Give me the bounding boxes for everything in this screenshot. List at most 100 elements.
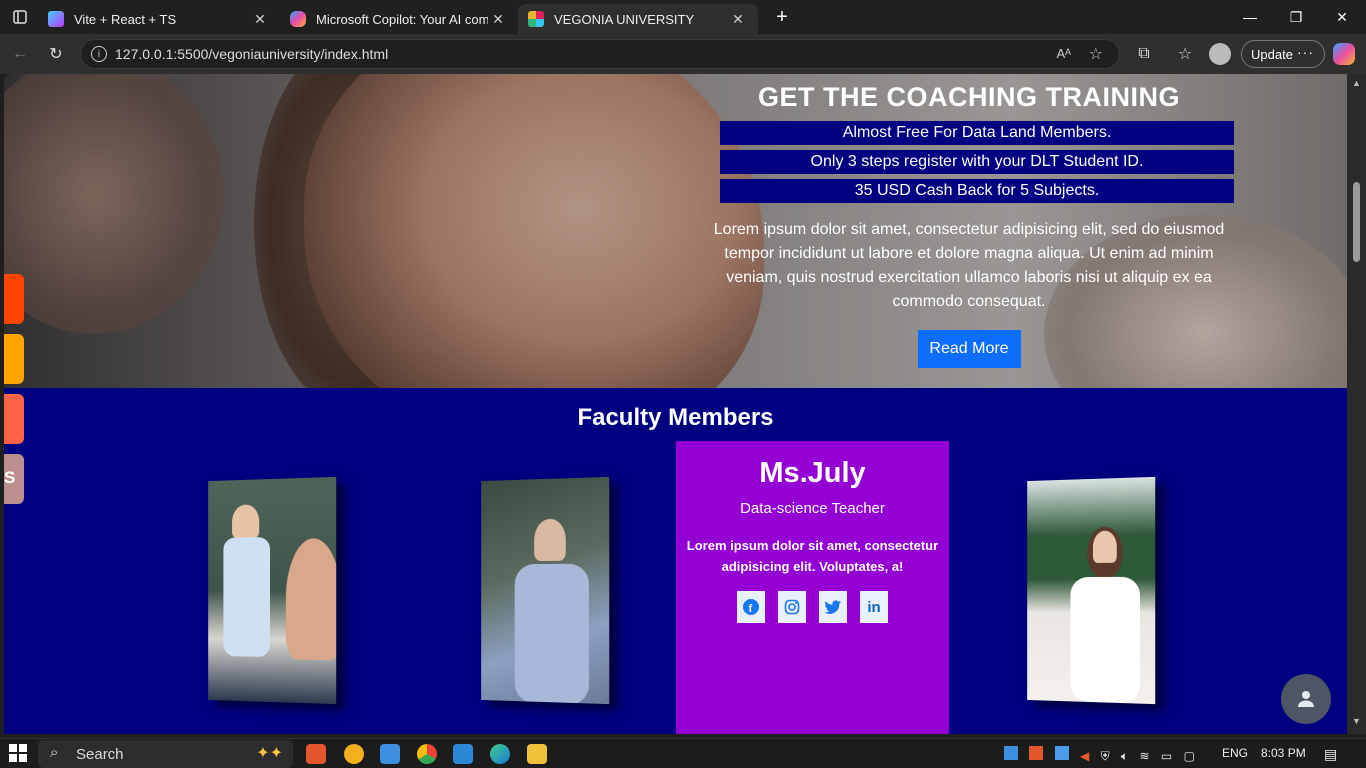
app-icon-2[interactable] <box>344 744 364 764</box>
close-icon: ✕ <box>1336 8 1348 25</box>
side-tab-1[interactable] <box>4 274 24 324</box>
read-aloud-icon[interactable]: Aᴬ <box>1056 46 1071 61</box>
restore-button[interactable]: ❐ <box>1274 0 1318 34</box>
clock[interactable]: 8:03 PM <box>1261 746 1306 760</box>
plus-icon: + <box>776 5 788 28</box>
favorites-icon: ☆ <box>1177 46 1193 63</box>
windows-taskbar: ⌕ Search ✦✦ ◀ ⛨ 🔈︎ ≋ ▭ ▢ ENG 8:03 PM ▤ <box>0 738 1366 768</box>
favorites-button[interactable]: ☆ <box>1171 40 1199 68</box>
notification-icon[interactable]: ▤ <box>1324 746 1337 763</box>
teacher-head <box>232 504 260 539</box>
facebook-icon[interactable]: f <box>737 591 765 623</box>
browser-titlebar: Vite + React + TS ✕ Microsoft Copilot: Y… <box>0 0 1366 34</box>
teacher-body <box>223 537 271 657</box>
browser-toolbar: ← ↻ i 127.0.0.1:5500/vegoniauniversity/i… <box>0 34 1366 74</box>
volume-icon: 🔈︎ <box>1120 749 1129 763</box>
svg-text:f: f <box>749 603 753 615</box>
info-icon[interactable]: i <box>91 46 107 62</box>
copilot-button[interactable] <box>1330 40 1358 68</box>
hero-title: GET THE COACHING TRAINING <box>758 82 1180 112</box>
teacher-body <box>1070 576 1140 704</box>
featured-faculty-card[interactable]: Ms.July Data-science Teacher Lorem ipsum… <box>676 441 949 734</box>
chat-avatar-button[interactable] <box>1281 674 1331 724</box>
hero-description: Lorem ipsum dolor sit amet, consectetur … <box>713 221 1225 310</box>
new-tab-button[interactable]: + <box>760 0 804 34</box>
language-indicator[interactable]: ENG <box>1222 746 1248 760</box>
faculty-role: Data-science Teacher <box>740 500 885 517</box>
close-icon[interactable]: ✕ <box>728 11 748 28</box>
social-links: f in <box>676 591 949 623</box>
faculty-photo-4[interactable] <box>1027 476 1156 705</box>
warning-icon: ◀ <box>1080 749 1090 763</box>
side-tab-2[interactable] <box>4 334 24 384</box>
profile-avatar-icon <box>1209 43 1231 65</box>
update-label: Update <box>1251 46 1293 62</box>
faculty-name: Ms.July <box>759 457 866 489</box>
url-text: 127.0.0.1:5500/vegoniauniversity/index.h… <box>115 46 389 62</box>
address-bar[interactable]: i 127.0.0.1:5500/vegoniauniversity/index… <box>80 39 1120 69</box>
twitter-icon[interactable] <box>819 591 847 623</box>
app-icon-3[interactable] <box>380 744 400 764</box>
scroll-down-icon[interactable]: ▼ <box>1351 716 1362 727</box>
tab-actions-icon[interactable] <box>0 0 40 34</box>
user-icon <box>1298 691 1314 707</box>
instagram-icon[interactable] <box>778 591 806 623</box>
copilot-icon <box>290 11 306 27</box>
tab-vegonia[interactable]: VEGONIA UNIVERSITY ✕ <box>518 4 758 34</box>
slack-icon <box>528 11 544 27</box>
page-scrollbar[interactable]: ▲ ▼ <box>1347 74 1366 734</box>
linkedin-icon[interactable]: in <box>860 591 888 623</box>
side-tab-label: S <box>4 468 16 487</box>
vite-icon <box>48 11 64 27</box>
profile-button[interactable] <box>1206 40 1234 68</box>
file-explorer-icon[interactable] <box>527 744 547 764</box>
puzzle-icon: ⧉ <box>1138 45 1150 62</box>
page-viewport: GET THE COACHING TRAINING Almost Free Fo… <box>4 74 1347 734</box>
refresh-button[interactable]: ↻ <box>42 40 70 68</box>
read-more-button[interactable]: Read More <box>917 330 1021 368</box>
hero-section: GET THE COACHING TRAINING Almost Free Fo… <box>4 74 1347 388</box>
close-window-button[interactable]: ✕ <box>1320 0 1364 34</box>
tray-app-icon <box>1004 746 1018 760</box>
wifi-icon: ≋ <box>1139 749 1150 763</box>
close-icon[interactable]: ✕ <box>250 11 270 28</box>
extensions-button[interactable]: ⧉ <box>1130 40 1158 68</box>
chrome-icon[interactable] <box>417 744 437 764</box>
minimize-button[interactable]: — <box>1230 0 1270 34</box>
tray-icons[interactable]: ◀ ⛨ 🔈︎ ≋ ▭ ▢ <box>1004 746 1195 764</box>
tray-app-icon <box>1054 746 1069 760</box>
back-button[interactable]: ← <box>6 40 34 68</box>
tab-copilot[interactable]: Microsoft Copilot: Your AI compa ✕ <box>280 4 518 34</box>
copilot-icon <box>1333 43 1355 65</box>
faculty-photo-2[interactable] <box>481 476 610 705</box>
faculty-description: Lorem ipsum dolor sit amet, consectetur … <box>686 538 939 574</box>
tab-label: Vite + React + TS <box>74 11 177 27</box>
tab-label: Microsoft Copilot: Your AI compa <box>316 11 488 27</box>
side-tab-4[interactable]: S <box>4 454 24 504</box>
windows-start-icon[interactable] <box>9 744 29 764</box>
teacher-body <box>514 563 589 705</box>
battery-icon: ▭ <box>1160 749 1173 763</box>
update-button[interactable]: Update ··· <box>1241 40 1325 68</box>
favorite-star-icon[interactable]: ☆ <box>1089 44 1103 64</box>
refresh-icon: ↻ <box>49 46 63 63</box>
sparkle-icon: ✦✦ <box>256 745 283 762</box>
hero-bar: 35 USD Cash Back for 5 Subjects. <box>720 179 1234 203</box>
search-icon: ⌕ <box>50 744 59 761</box>
close-icon[interactable]: ✕ <box>488 11 508 28</box>
faculty-photo-1[interactable] <box>208 476 337 705</box>
hero-bar: Only 3 steps register with your DLT Stud… <box>720 150 1234 174</box>
more-icon: ··· <box>1297 44 1314 60</box>
arrow-left-icon: ← <box>12 45 28 62</box>
edge-icon[interactable] <box>490 744 510 764</box>
teacher-head <box>534 518 566 562</box>
hero-bar: Almost Free For Data Land Members. <box>720 121 1234 145</box>
taskbar-search[interactable]: ⌕ Search ✦✦ <box>38 740 293 768</box>
app-icon-1[interactable] <box>306 744 326 764</box>
hero-content: GET THE COACHING TRAINING Almost Free Fo… <box>704 82 1234 368</box>
scroll-thumb[interactable] <box>1353 182 1360 262</box>
scroll-up-icon[interactable]: ▲ <box>1351 78 1362 89</box>
faculty-title: Faculty Members <box>577 404 774 431</box>
tab-vite[interactable]: Vite + React + TS ✕ <box>38 4 280 34</box>
vscode-icon[interactable] <box>453 744 473 764</box>
